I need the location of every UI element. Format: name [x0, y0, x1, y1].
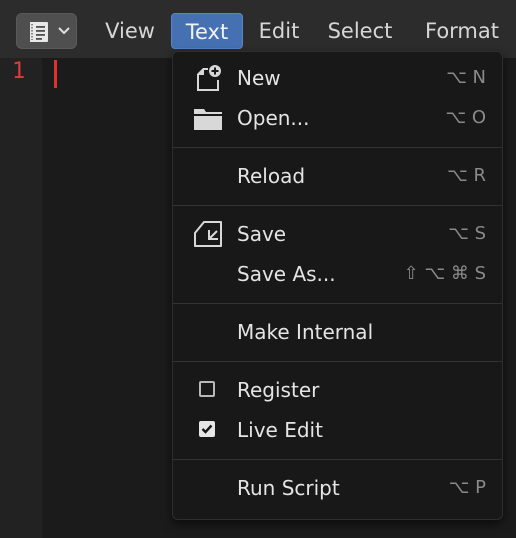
menu-item-label: Save	[237, 222, 287, 246]
text-editor-window: View Text Edit Select Format 1 New ⌥ N O…	[0, 0, 516, 538]
checkmark-icon	[201, 424, 213, 434]
text-editor-icon	[30, 22, 48, 42]
menu-item-shortcut: ⌥ O	[445, 107, 486, 128]
menu-item-label: Open...	[237, 106, 310, 130]
menu-item-shortcut: ⌥ R	[447, 165, 486, 186]
live-edit-checkbox[interactable]	[199, 421, 215, 437]
save-icon	[194, 221, 222, 247]
menu-separator	[173, 147, 502, 148]
menu-format[interactable]: Format	[414, 13, 510, 49]
line-number: 1	[12, 59, 26, 84]
folder-icon	[194, 109, 222, 130]
menu-item-live-edit[interactable]: Live Edit	[173, 410, 502, 450]
menu-item-shortcut: ⌥ P	[448, 477, 486, 498]
editor-type-button[interactable]	[16, 13, 77, 49]
menu-item-reload[interactable]: Reload ⌥ R	[173, 156, 502, 196]
menu-item-label: New	[237, 66, 281, 90]
menu-item-label: Make Internal	[237, 320, 374, 344]
menu-separator	[173, 459, 502, 460]
menu-item-label: Run Script	[237, 476, 340, 500]
text-menu-dropdown: New ⌥ N Open... ⌥ O Reload ⌥ R Save ⌥ S …	[172, 51, 503, 520]
chevron-down-icon	[58, 27, 70, 35]
menu-separator	[173, 361, 502, 362]
menu-separator	[173, 205, 502, 206]
menu-item-shortcut: ⌥ S	[448, 223, 486, 244]
menu-select[interactable]: Select	[318, 13, 402, 49]
menu-separator	[173, 303, 502, 304]
menu-item-label: Live Edit	[237, 418, 323, 442]
line-number-gutter	[0, 58, 42, 538]
menu-item-register[interactable]: Register	[173, 370, 502, 410]
menu-item-label: Register	[237, 378, 320, 402]
menu-edit[interactable]: Edit	[249, 13, 309, 49]
menu-item-make-internal[interactable]: Make Internal	[173, 312, 502, 352]
menu-item-label: Reload	[237, 164, 306, 188]
menu-item-shortcut: ⌥ N	[446, 67, 486, 88]
menu-item-save-as[interactable]: Save As... ⇧ ⌥ ⌘ S	[173, 254, 502, 294]
menu-item-save[interactable]: Save ⌥ S	[173, 214, 502, 254]
menu-item-label: Save As...	[237, 262, 336, 286]
text-cursor	[54, 60, 57, 88]
register-checkbox[interactable]	[199, 381, 215, 397]
menu-item-shortcut: ⇧ ⌥ ⌘ S	[403, 263, 486, 284]
menu-item-open[interactable]: Open... ⌥ O	[173, 98, 502, 138]
menu-item-new[interactable]: New ⌥ N	[173, 58, 502, 98]
menu-text[interactable]: Text	[171, 13, 243, 49]
menu-item-run-script[interactable]: Run Script ⌥ P	[173, 468, 502, 508]
new-file-icon	[197, 65, 221, 91]
menu-view[interactable]: View	[95, 13, 165, 49]
